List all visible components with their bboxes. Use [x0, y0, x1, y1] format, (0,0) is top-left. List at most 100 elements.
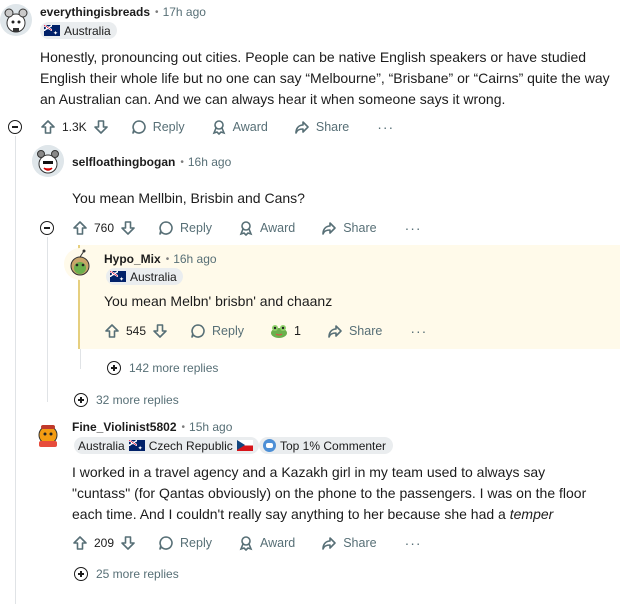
comment-actions: 209 Reply Award Share ···: [72, 531, 422, 555]
award-icon: [239, 536, 253, 551]
flair-text-1: Australia: [78, 438, 125, 453]
flair-text: Australia: [130, 269, 177, 284]
downvote-button[interactable]: [120, 220, 136, 236]
more-replies-link[interactable]: 142 more replies: [107, 361, 218, 375]
more-options-button[interactable]: ···: [410, 323, 427, 339]
vote-count: 760: [94, 221, 115, 235]
share-arrow-icon: [295, 121, 309, 134]
downvote-button[interactable]: [93, 119, 109, 135]
award-button[interactable]: Award: [238, 220, 295, 236]
user-flair: Australia Czech Republic: [74, 437, 259, 454]
comment-body: You mean Melbn' brisbn' and chaanz: [104, 293, 333, 309]
australia-flag-icon: [110, 271, 126, 283]
reply-button[interactable]: Reply: [158, 535, 212, 551]
more-replies-label: 25 more replies: [96, 567, 179, 581]
award-label: Award: [260, 221, 296, 235]
comment-actions: 1.3K Reply Award Share ···: [40, 115, 394, 139]
upvote-button[interactable]: [104, 323, 120, 339]
snoo-avatar-icon: [0, 4, 32, 36]
snoo-avatar-icon: [32, 145, 64, 177]
username[interactable]: everythingisbreads: [40, 5, 150, 19]
more-options-button[interactable]: ···: [405, 535, 422, 551]
flair-text-2: Czech Republic: [148, 438, 233, 453]
avatar[interactable]: [0, 4, 32, 36]
username[interactable]: selfloathingbogan: [72, 155, 175, 169]
reply-bubble-icon: [191, 324, 205, 338]
frog-award-icon: [271, 325, 287, 338]
share-label: Share: [315, 120, 350, 134]
commenter-badge-icon: [263, 439, 276, 452]
username[interactable]: Fine_Violinist5802: [72, 420, 177, 434]
flair-text: Australia: [64, 23, 111, 38]
timestamp[interactable]: 16h ago: [188, 155, 231, 169]
australia-flag-icon: [44, 25, 60, 37]
top-commenter-badge[interactable]: Top 1% Commenter: [259, 437, 394, 454]
share-button[interactable]: Share: [327, 323, 382, 339]
reply-label: Reply: [180, 536, 212, 550]
timestamp[interactable]: 16h ago: [173, 252, 216, 266]
share-button[interactable]: Share: [294, 119, 349, 135]
expand-plus-icon: [74, 393, 88, 407]
user-flair: Australia: [40, 22, 117, 39]
comment-meta: everythingisbreads • 17h ago: [40, 5, 206, 19]
comment-body-italic: temper: [509, 506, 554, 522]
avatar[interactable]: [64, 248, 96, 280]
award-button[interactable]: Award: [238, 535, 295, 551]
australia-flag-icon: [128, 440, 145, 452]
vote-count: 545: [126, 324, 147, 338]
comment-body: You mean Mellbin, Brisbin and Cans?: [72, 190, 305, 206]
more-replies-link[interactable]: 32 more replies: [74, 393, 179, 407]
reply-bubble-icon: [131, 120, 146, 134]
share-label: Share: [348, 324, 383, 338]
expand-plus-icon: [107, 361, 121, 375]
award-label: Award: [260, 536, 296, 550]
upvote-button[interactable]: [40, 119, 56, 135]
upvote-button[interactable]: [72, 220, 88, 236]
award-count: 1: [294, 324, 301, 338]
snoo-avatar-icon: [32, 421, 64, 453]
reply-button[interactable]: Reply: [131, 119, 185, 135]
username[interactable]: Hypo_Mix: [104, 252, 161, 266]
more-replies-link[interactable]: 25 more replies: [74, 567, 179, 581]
more-options-button[interactable]: ···: [405, 220, 422, 236]
collapse-thread-button[interactable]: [40, 221, 54, 235]
snoo-avatar-icon: [70, 249, 90, 276]
reply-label: Reply: [180, 221, 212, 235]
upvote-arrow-icon: [73, 221, 87, 235]
reply-button[interactable]: Reply: [158, 220, 212, 236]
more-options-button[interactable]: ···: [377, 119, 394, 135]
timestamp[interactable]: 15h ago: [189, 420, 232, 434]
collapse-thread-button[interactable]: [8, 120, 22, 134]
upvote-button[interactable]: [72, 535, 88, 551]
reply-bubble-icon: [159, 221, 173, 235]
share-button[interactable]: Share: [321, 535, 377, 551]
share-button[interactable]: Share: [321, 220, 377, 236]
vote-count: 209: [94, 536, 115, 550]
upvote-arrow-icon: [105, 324, 119, 338]
separator-dot: •: [165, 253, 170, 265]
badge-label: Top 1% Commenter: [280, 438, 387, 453]
upvote-arrow-icon: [73, 536, 87, 550]
downvote-button[interactable]: [152, 323, 168, 339]
timestamp[interactable]: 17h ago: [163, 5, 206, 19]
award-button[interactable]: 1: [270, 323, 301, 339]
separator-dot: •: [180, 156, 184, 168]
share-label: Share: [343, 221, 377, 235]
reply-button[interactable]: Reply: [190, 323, 244, 339]
downvote-button[interactable]: [120, 535, 136, 551]
award-button[interactable]: Award: [211, 119, 268, 135]
comment-actions: 760 Reply Award Share ···: [72, 216, 422, 240]
czech-flag-icon: [236, 440, 253, 451]
comment-actions: 545 Reply 1 Share ···: [104, 319, 427, 343]
thread-line-level2: [47, 237, 48, 402]
avatar[interactable]: [32, 145, 64, 177]
expand-plus-icon: [74, 567, 88, 581]
downvote-arrow-icon: [121, 221, 135, 235]
separator-dot: •: [181, 421, 186, 433]
avatar[interactable]: [32, 421, 64, 453]
upvote-arrow-icon: [41, 120, 55, 134]
award-label: Award: [232, 120, 268, 134]
downvote-arrow-icon: [93, 120, 108, 134]
more-replies-label: 32 more replies: [96, 393, 179, 407]
comment-meta: Fine_Violinist5802 • 15h ago: [72, 420, 232, 434]
